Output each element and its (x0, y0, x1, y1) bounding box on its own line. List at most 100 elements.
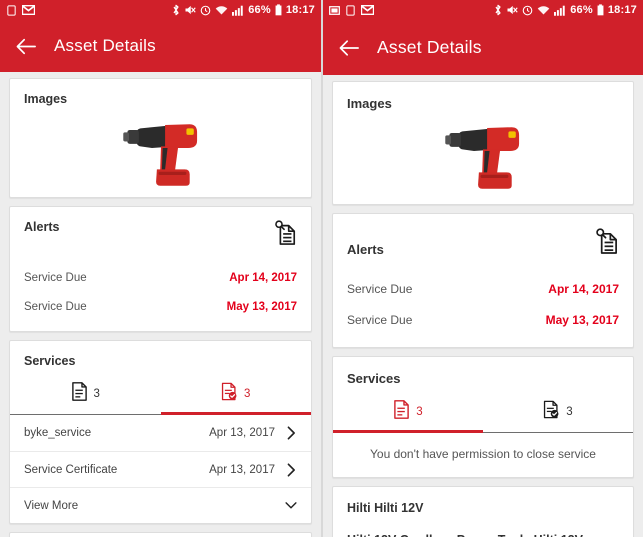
wifi-icon (215, 5, 228, 16)
wifi-icon (537, 5, 550, 16)
next-card-stub (9, 532, 312, 537)
alerts-card-header: Alerts (333, 228, 633, 260)
status-bar-system: 66% 18:17 (172, 4, 315, 16)
asset-description: Hilti 12V Cordless Power Tools Hilti 12V… (347, 533, 619, 537)
alerts-card: Alerts Service Due Apr 14, 2017 Service … (332, 213, 634, 348)
document-search-icon[interactable] (273, 220, 297, 251)
asset-image (333, 110, 633, 192)
document-search-icon[interactable] (594, 228, 619, 260)
alert-date: Apr 14, 2017 (548, 281, 619, 296)
chevron-right-icon (285, 426, 297, 440)
document-icon (71, 382, 88, 406)
document-icon (393, 400, 410, 424)
message-icon (345, 4, 356, 16)
status-bar-system: 66% 18:17 (494, 4, 637, 16)
battery-icon (597, 4, 604, 16)
tab-indicator-left (333, 430, 483, 433)
tab-indicator (333, 430, 633, 433)
alerts-card-title: Alerts (347, 242, 384, 257)
back-arrow-icon[interactable] (339, 38, 359, 58)
tab-indicator-right (483, 432, 633, 433)
alerts-card-title: Alerts (24, 220, 60, 234)
alerts-card-header: Alerts (10, 220, 311, 251)
status-bar-notifications (329, 4, 374, 16)
page-title: Asset Details (54, 36, 156, 55)
status-bar: 66% 18:17 (323, 0, 643, 20)
alert-row[interactable]: Service Due Apr 14, 2017 (333, 273, 633, 304)
screen-2: 66% 18:17 Asset Details Images Alerts Se… (321, 0, 643, 537)
permission-message: You don't have permission to close servi… (370, 447, 596, 461)
app-bar: Asset Details (0, 20, 321, 72)
clock: 18:17 (607, 3, 637, 16)
page-title: Asset Details (377, 37, 482, 57)
screen-2-content: Images Alerts Service Due Apr 14, 2017 S… (323, 75, 643, 537)
dual-screenshot-container: 66% 18:17 Asset Details Images Alerts Se… (0, 0, 643, 537)
status-bar-notifications (6, 4, 35, 16)
service-date: Apr 13, 2017 (209, 427, 275, 439)
battery-percentage: 66% (248, 3, 271, 16)
alert-label: Service Due (24, 271, 87, 284)
asset-image (10, 107, 311, 189)
service-list-item[interactable]: byke_service Apr 13, 2017 (10, 415, 311, 451)
chevron-right-icon (285, 462, 297, 477)
tab-count: 3 (93, 388, 100, 400)
services-tabs: 3 3 (10, 382, 311, 412)
tab-count: 3 (416, 406, 423, 418)
service-list-item[interactable]: Service Certificate Apr 13, 2017 (10, 451, 311, 487)
bluetooth-icon (494, 4, 502, 16)
document-check-icon (221, 382, 238, 406)
back-arrow-icon[interactable] (16, 36, 36, 56)
alert-date: Apr 14, 2017 (229, 271, 297, 284)
service-name: Service Certificate (24, 463, 118, 476)
services-card-title: Services (24, 354, 76, 368)
alert-label: Service Due (24, 300, 87, 313)
screenshot-icon (329, 5, 340, 16)
view-more-label: View More (24, 499, 79, 512)
battery-icon (275, 4, 282, 16)
images-card: Images (9, 78, 312, 198)
chevron-down-icon (285, 501, 297, 510)
tab-closed-services[interactable]: 3 (161, 382, 312, 412)
services-card: Services 3 (9, 340, 312, 524)
app-bar: Asset Details (323, 20, 643, 75)
images-card-title: Images (347, 96, 392, 111)
screen-1: 66% 18:17 Asset Details Images Alerts Se… (0, 0, 321, 537)
tab-indicator-right (160, 412, 311, 415)
alert-date: May 13, 2017 (226, 300, 297, 313)
alert-row[interactable]: Service Due Apr 14, 2017 (10, 263, 311, 292)
status-bar: 66% 18:17 (0, 0, 321, 20)
asset-info-card: Hilti Hilti 12V Hilti 12V Cordless Power… (332, 486, 634, 537)
message-icon (6, 4, 17, 16)
battery-percentage: 66% (570, 3, 593, 16)
tab-closed-services[interactable]: 3 (483, 400, 633, 430)
document-check-icon (543, 400, 560, 424)
tab-indicator-left (10, 414, 161, 415)
alarm-icon (522, 5, 533, 16)
images-card-title: Images (24, 92, 68, 106)
tab-open-services[interactable]: 3 (333, 400, 483, 430)
alert-row[interactable]: Service Due May 13, 2017 (333, 304, 633, 335)
service-date: Apr 13, 2017 (209, 463, 275, 476)
clock: 18:17 (285, 3, 315, 16)
services-card: Services 3 (332, 356, 634, 478)
alert-label: Service Due (347, 312, 413, 327)
view-more-row[interactable]: View More (10, 487, 311, 523)
alarm-icon (200, 5, 211, 16)
screen-1-content: Images Alerts Service Due Apr 14, 2017 S… (0, 72, 321, 537)
tab-indicator (10, 412, 311, 415)
images-card: Images (332, 81, 634, 205)
signal-icon (232, 5, 244, 16)
gmail-icon (22, 5, 35, 15)
tab-count: 3 (566, 406, 573, 418)
tab-open-services[interactable]: 3 (10, 382, 161, 412)
signal-icon (554, 5, 566, 16)
alerts-card: Alerts Service Due Apr 14, 2017 Service … (9, 206, 312, 332)
bluetooth-icon (172, 4, 180, 16)
mute-icon (506, 4, 518, 16)
alert-row[interactable]: Service Due May 13, 2017 (10, 292, 311, 321)
services-tabs: 3 3 (333, 400, 633, 430)
tab-count: 3 (244, 388, 251, 400)
alert-date: May 13, 2017 (545, 312, 619, 327)
service-name: byke_service (24, 427, 92, 439)
services-card-title: Services (347, 371, 401, 386)
